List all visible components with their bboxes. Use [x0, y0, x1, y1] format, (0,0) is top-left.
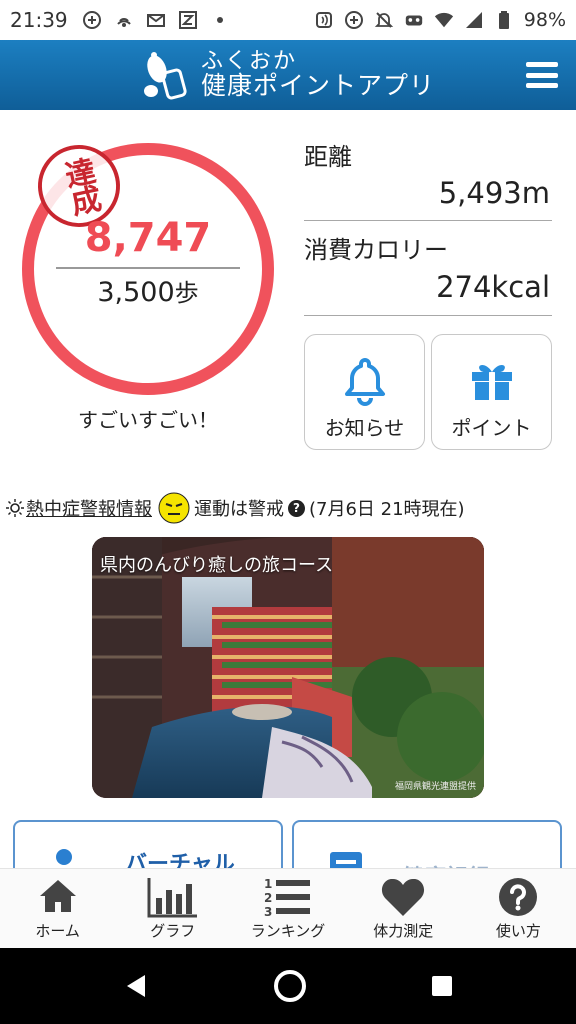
z-app-icon	[178, 10, 198, 30]
notice-label: お知らせ	[324, 416, 405, 440]
gift-icon	[471, 365, 512, 400]
status-bar: 21:39 98%	[0, 0, 576, 40]
footprint-logo-icon	[143, 52, 187, 100]
recents-icon[interactable]	[429, 973, 455, 999]
bottom-nav: ホーム グラフ 1 2 3 ランキング 体力測定 使い方	[0, 868, 576, 948]
nfc-reader-icon	[314, 10, 334, 30]
clock: 21:39	[10, 8, 68, 32]
heat-timestamp: (7月6日 21時現在)	[309, 499, 465, 520]
battery-icon	[494, 10, 514, 30]
distance-label: 距離	[304, 143, 352, 171]
step-goal-value: 3,500	[97, 277, 175, 308]
heat-status: 運動は警戒	[194, 499, 284, 520]
calorie-label: 消費カロリー	[304, 236, 448, 264]
app-title-line2: 健康ポイントアプリ	[200, 71, 435, 101]
nav-ranking-label: ランキング	[250, 922, 326, 940]
svg-text:3: 3	[264, 905, 272, 918]
nav-home-label: ホーム	[35, 922, 80, 940]
wifi-icon	[434, 10, 454, 30]
help-icon	[499, 878, 538, 916]
heatstroke-alert-link[interactable]: 熱中症警報情報	[26, 495, 152, 521]
steps-ring[interactable]: 達成 8,747 3,500歩	[22, 137, 274, 395]
calorie-value: 274kcal	[436, 270, 550, 304]
svg-text:2: 2	[264, 891, 272, 905]
step-goal-unit: 歩	[174, 279, 199, 307]
distance-divider	[304, 220, 552, 221]
achieved-stamp-text: 達成	[56, 154, 103, 217]
dot-icon	[210, 10, 230, 30]
ranking-icon: 1 2 3	[264, 877, 310, 918]
banner-credit: 福岡県観光連盟提供	[394, 782, 476, 792]
pay-icon	[82, 10, 102, 30]
praise-message: すごいすごい！	[78, 408, 218, 432]
game-icon	[404, 10, 424, 30]
back-icon[interactable]	[121, 971, 151, 1001]
point-button[interactable]: ポイント	[431, 334, 552, 450]
mute-icon	[374, 10, 394, 30]
notice-button[interactable]: お知らせ	[304, 334, 425, 450]
home-circle-icon[interactable]	[272, 968, 308, 1004]
nav-graph[interactable]: グラフ	[115, 869, 230, 948]
nav-graph-label: グラフ	[150, 922, 196, 940]
battery-percentage: 98%	[523, 9, 566, 31]
bell-icon	[344, 358, 385, 406]
app-title-line1: ふくおか	[200, 49, 297, 75]
graph-icon	[147, 878, 197, 918]
help-circle-icon[interactable]: ?	[288, 499, 305, 517]
nav-help[interactable]: 使い方	[461, 869, 576, 948]
warning-face-icon	[158, 492, 190, 524]
banner-title: 県内のんびり癒しの旅コース	[100, 555, 334, 576]
calorie-divider	[304, 315, 552, 316]
travel-course-banner[interactable]: 県内のんびり癒しの旅コース 福岡県観光連盟提供	[92, 537, 484, 798]
sun-icon	[6, 499, 24, 517]
step-divider	[56, 267, 240, 269]
heatstroke-info: 熱中症警報情報 運動は警戒 ? (7月6日 21時現在)	[6, 490, 576, 526]
app-logo[interactable]: ふくおか 健康ポイントアプリ	[141, 49, 435, 101]
nav-ranking[interactable]: 1 2 3 ランキング	[230, 869, 345, 948]
home-icon	[39, 880, 76, 912]
step-count: 8,747	[84, 215, 212, 261]
signal-icon	[464, 10, 484, 30]
nav-fitness-label: 体力測定	[373, 922, 434, 940]
nav-help-label: 使い方	[495, 922, 541, 940]
svg-text:1: 1	[264, 877, 272, 891]
point-label: ポイント	[451, 416, 532, 440]
distance-value: 5,493m	[438, 176, 550, 210]
system-nav-bar	[0, 948, 576, 1024]
app-header: ふくおか 健康ポイントアプリ	[0, 40, 576, 110]
heart-icon	[382, 878, 425, 916]
hamburger-menu-icon[interactable]	[526, 62, 558, 88]
mail-icon	[146, 10, 166, 30]
nav-fitness[interactable]: 体力測定	[346, 869, 461, 948]
plus-circle-icon	[344, 10, 364, 30]
nfc-icon	[114, 10, 134, 30]
nav-home[interactable]: ホーム	[0, 869, 115, 948]
step-goal: 3,500歩	[22, 273, 274, 308]
